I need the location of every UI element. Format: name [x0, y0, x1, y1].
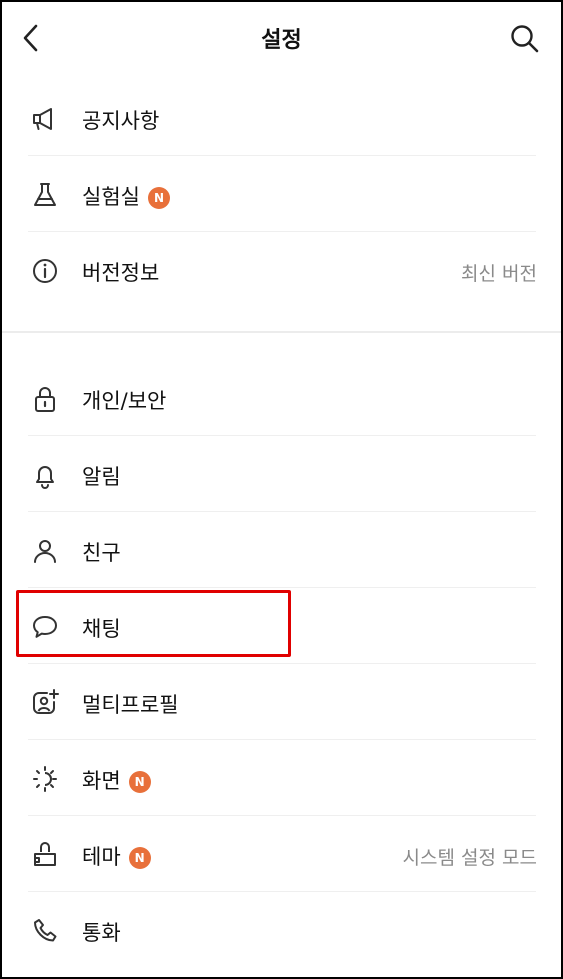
menu-item-label: 알림: [82, 465, 121, 489]
menu-item-friends[interactable]: 친구: [0, 512, 563, 588]
menu-item-label: 버전정보: [82, 261, 160, 285]
menu-item-notifications[interactable]: 알림: [0, 436, 563, 512]
section-separator: [0, 331, 563, 333]
menu-item-display[interactable]: 화면 N: [0, 740, 563, 816]
app-header: 설정: [0, 0, 563, 76]
menu-item-label: 통화: [82, 921, 121, 945]
theme-mode-value: 시스템 설정 모드: [402, 847, 537, 869]
menu-item-label: 멀티프로필: [82, 693, 179, 717]
new-badge: N: [147, 187, 170, 209]
menu-item-theme[interactable]: 테마 N 시스템 설정 모드: [0, 816, 563, 892]
menu-item-label: 채팅: [82, 617, 121, 641]
menu-item-multiprofile[interactable]: 멀티프로필: [0, 664, 563, 740]
paint-bucket-icon: [30, 840, 60, 870]
menu-item-lab[interactable]: 실험실 N: [0, 156, 563, 232]
label-text: 테마: [82, 845, 121, 869]
label-text: 화면: [82, 769, 121, 793]
menu-item-label: 테마 N: [82, 841, 151, 871]
version-status: 최신 버전: [461, 263, 537, 285]
chat-bubble-icon: [30, 612, 60, 642]
phone-icon: [30, 916, 60, 946]
search-button[interactable]: [508, 22, 542, 56]
menu-item-chat[interactable]: 채팅: [0, 588, 563, 664]
menu-item-label: 공지사항: [82, 109, 160, 133]
flask-icon: [30, 180, 60, 210]
menu-item-notice[interactable]: 공지사항: [0, 80, 563, 156]
label-text: 실험실: [82, 185, 140, 209]
add-profile-icon: [30, 688, 60, 718]
megaphone-icon: [30, 104, 60, 134]
menu-item-version[interactable]: 버전정보 최신 버전: [0, 232, 563, 308]
menu-item-label: 실험실 N: [82, 181, 170, 211]
menu-item-label: 개인/보안: [82, 389, 167, 413]
search-icon: [511, 25, 539, 53]
menu-item-privacy[interactable]: 개인/보안: [0, 360, 563, 436]
brightness-icon: [30, 764, 60, 794]
bell-icon: [30, 460, 60, 490]
menu-item-calls[interactable]: 통화: [0, 892, 563, 968]
new-badge: N: [128, 771, 151, 793]
person-icon: [30, 536, 60, 566]
info-icon: [30, 256, 60, 286]
menu-item-label: 화면 N: [82, 765, 151, 795]
page-title: 설정: [261, 28, 302, 53]
lock-icon: [30, 384, 60, 414]
new-badge: N: [128, 847, 151, 869]
menu-item-label: 친구: [82, 541, 121, 565]
